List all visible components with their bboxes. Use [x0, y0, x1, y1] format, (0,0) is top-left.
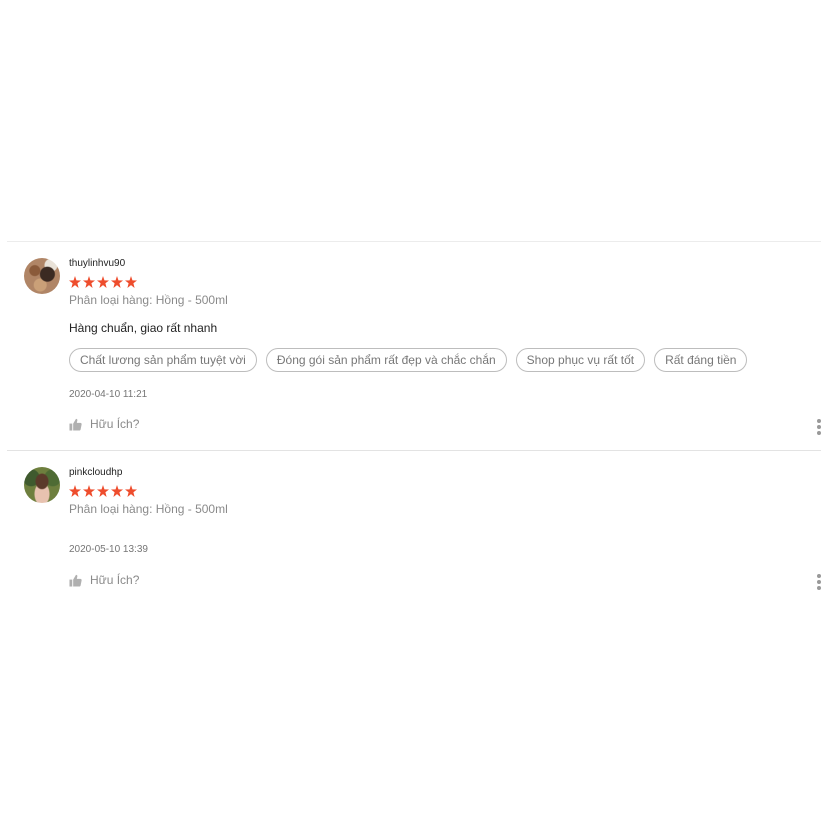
thumbs-up-icon: [69, 574, 82, 587]
star-icon: [125, 485, 137, 497]
review-item: thuylinhvu90 Phân loại hàng: Hồng - 500m…: [7, 241, 821, 450]
more-vertical-icon[interactable]: [817, 574, 821, 590]
review-comment: Hàng chuẩn, giao rất nhanh: [69, 321, 218, 335]
star-icon: [97, 276, 109, 288]
avatar[interactable]: [24, 258, 60, 294]
review-tag: Shop phục vụ rất tốt: [515, 348, 646, 372]
star-icon: [111, 276, 123, 288]
review-tag: Rất đáng tiền: [654, 348, 748, 372]
review-tag: Đóng gói sản phẩm rất đẹp và chắc chắn: [265, 348, 507, 372]
helpful-label: Hữu Ích?: [90, 573, 140, 587]
review-tag: Chất lương sản phẩm tuyệt vời: [69, 348, 257, 372]
more-vertical-icon[interactable]: [817, 419, 821, 435]
star-icon: [125, 276, 137, 288]
review-item: pinkcloudhp Phân loại hàng: Hồng - 500ml…: [7, 450, 821, 591]
helpful-label: Hữu Ích?: [90, 417, 140, 431]
username[interactable]: pinkcloudhp: [69, 467, 122, 478]
star-icon: [69, 485, 81, 497]
star-icon: [83, 485, 95, 497]
review-list: thuylinhvu90 Phân loại hàng: Hồng - 500m…: [7, 241, 821, 591]
star-rating: [69, 276, 137, 288]
star-rating: [69, 485, 137, 497]
review-tags: Chất lương sản phẩm tuyệt vời Đóng gói s…: [69, 348, 748, 372]
avatar[interactable]: [24, 467, 60, 503]
star-icon: [97, 485, 109, 497]
star-icon: [111, 485, 123, 497]
review-timestamp: 2020-04-10 11:21: [69, 389, 148, 400]
star-icon: [69, 276, 81, 288]
product-variation: Phân loại hàng: Hồng - 500ml: [69, 502, 228, 516]
username[interactable]: thuylinhvu90: [69, 258, 125, 269]
review-timestamp: 2020-05-10 13:39: [69, 544, 148, 555]
star-icon: [83, 276, 95, 288]
helpful-button[interactable]: Hữu Ích?: [69, 573, 139, 587]
helpful-button[interactable]: Hữu Ích?: [69, 417, 139, 431]
product-variation: Phân loại hàng: Hồng - 500ml: [69, 293, 228, 307]
thumbs-up-icon: [69, 418, 82, 431]
